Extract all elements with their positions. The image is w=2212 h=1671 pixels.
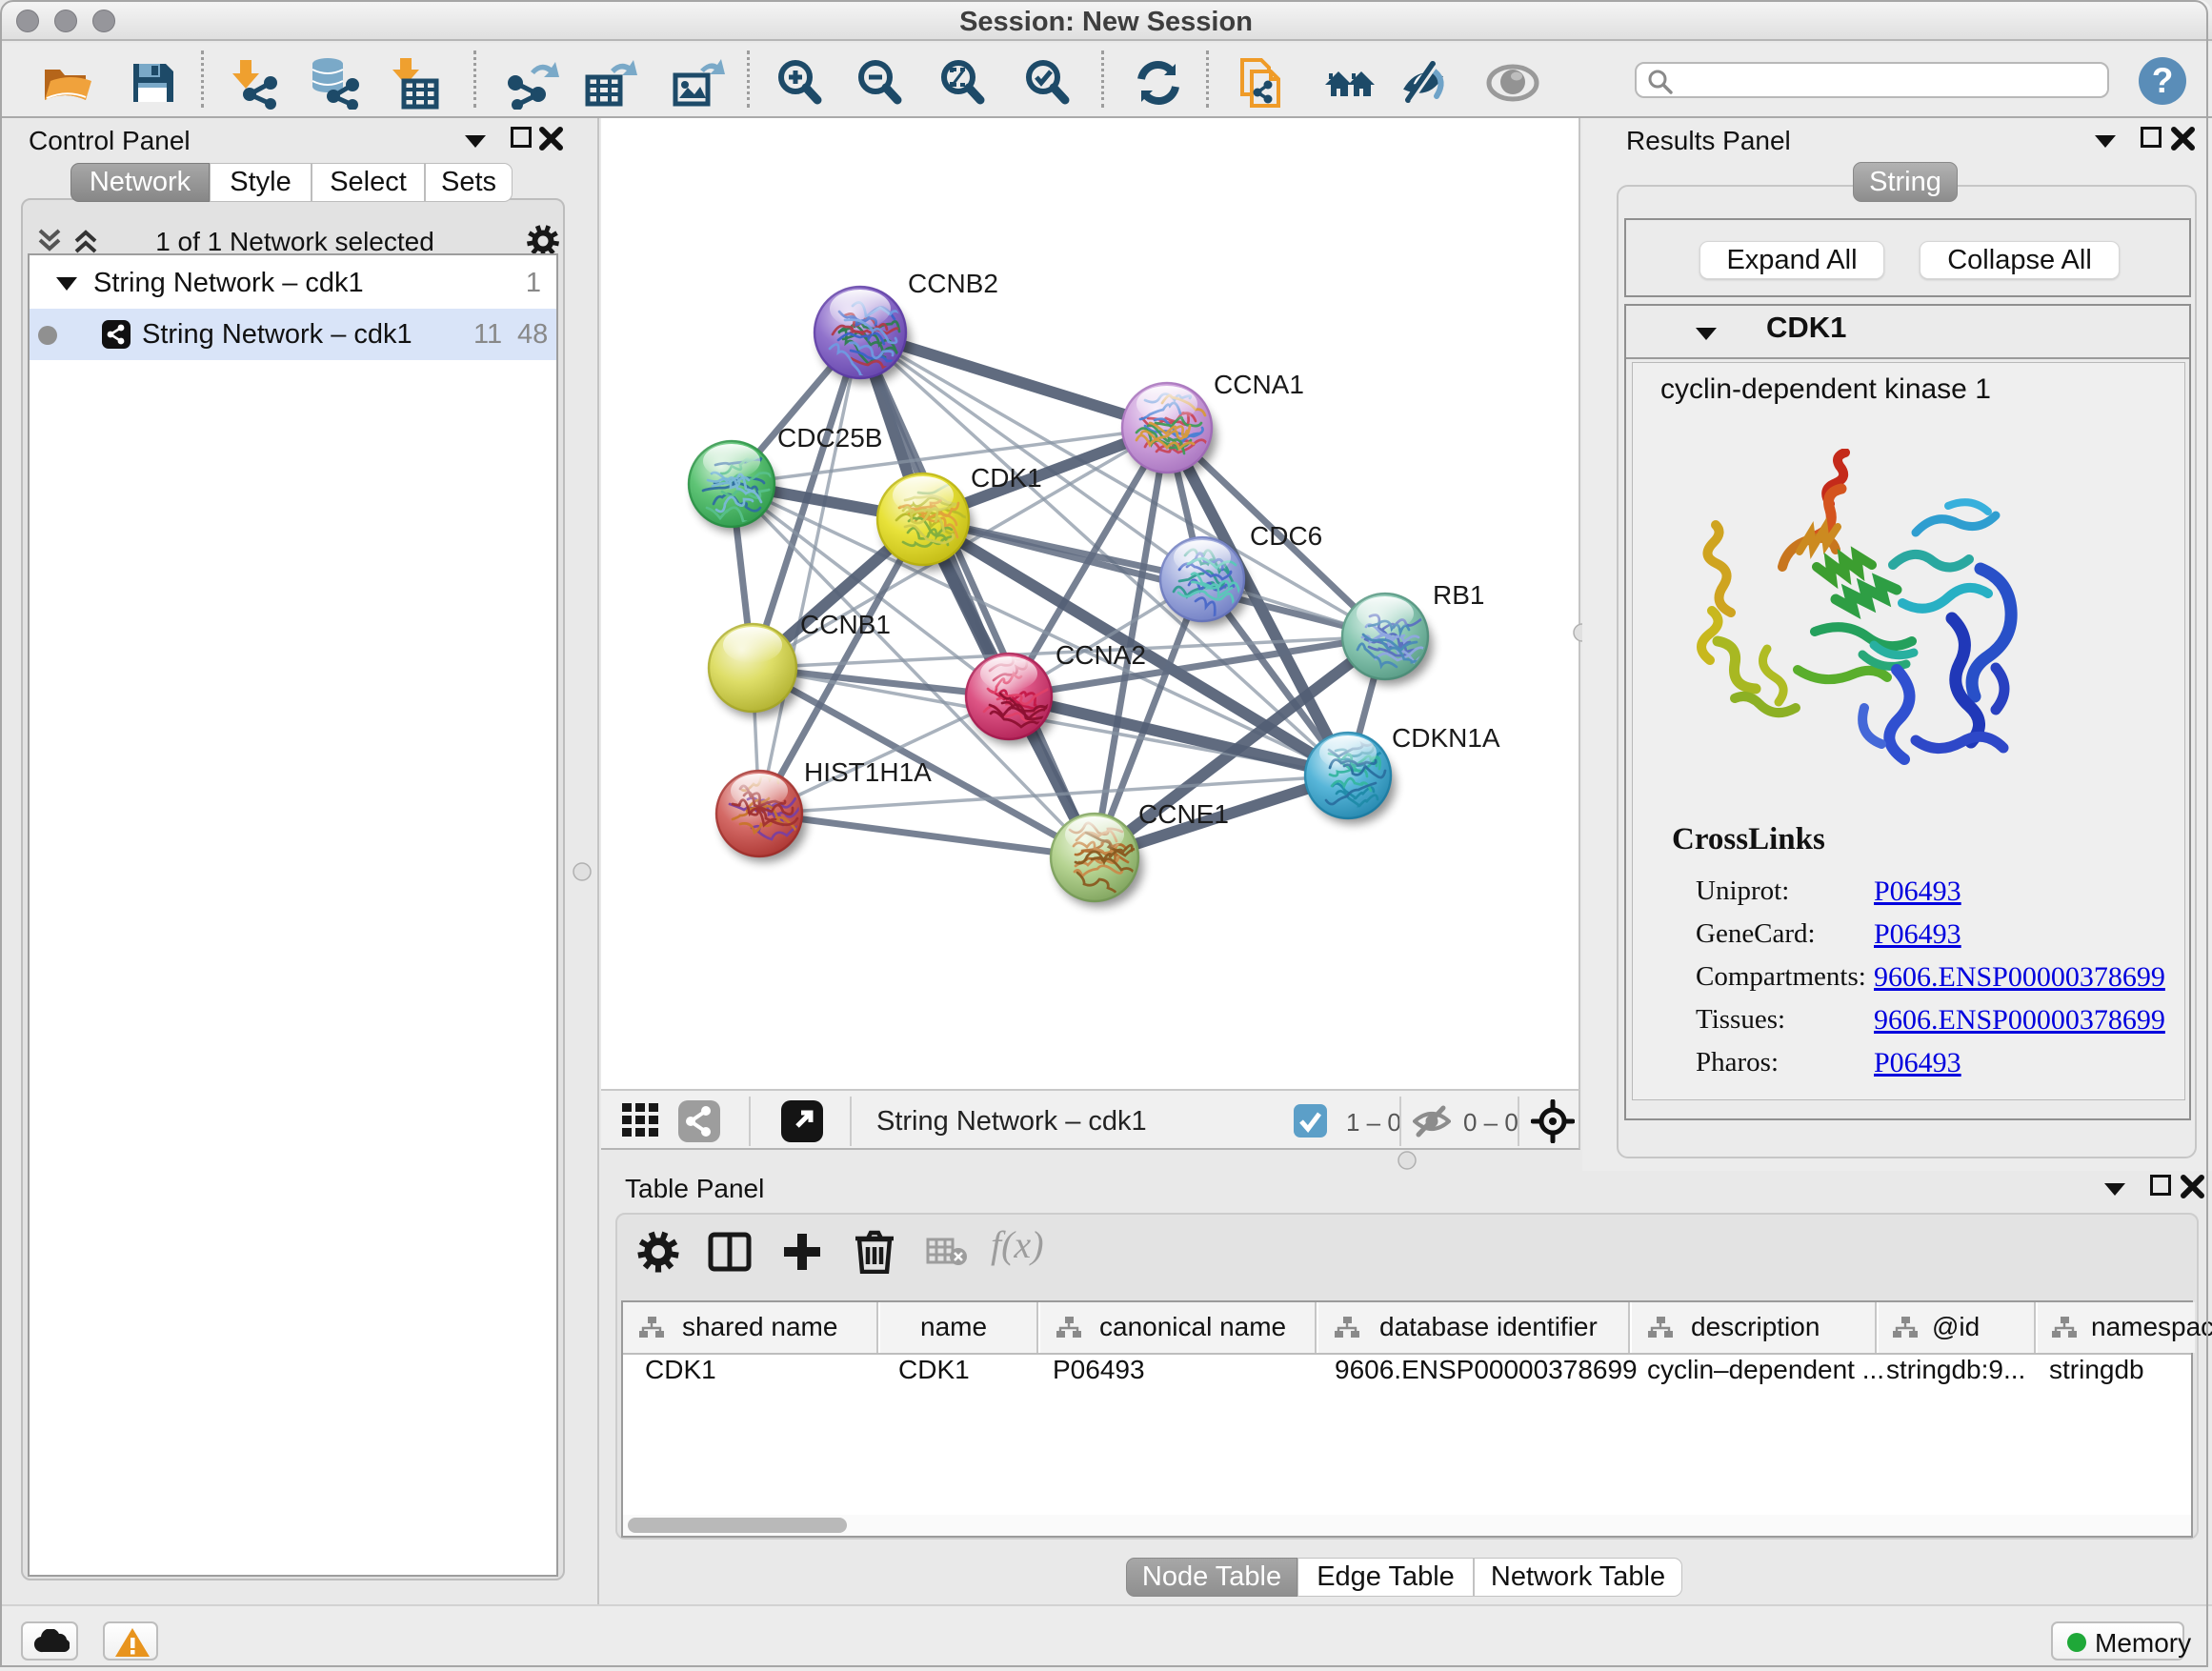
svg-text:RB1: RB1: [1433, 580, 1484, 610]
svg-text:CCNA2: CCNA2: [1056, 640, 1146, 670]
svg-text:CCNB2: CCNB2: [908, 269, 998, 298]
svg-text:CDK1: CDK1: [971, 463, 1042, 493]
svg-text:?: ?: [2152, 61, 2174, 100]
svg-text:HIST1H1A: HIST1H1A: [804, 757, 932, 787]
svg-text:CDC6: CDC6: [1250, 521, 1322, 551]
svg-text:CDKN1A: CDKN1A: [1392, 723, 1500, 753]
svg-text:CCNA1: CCNA1: [1214, 370, 1304, 399]
svg-text:CDC25B: CDC25B: [777, 423, 882, 453]
svg-text:CCNB1: CCNB1: [800, 610, 891, 639]
svg-text:CCNE1: CCNE1: [1138, 799, 1229, 829]
